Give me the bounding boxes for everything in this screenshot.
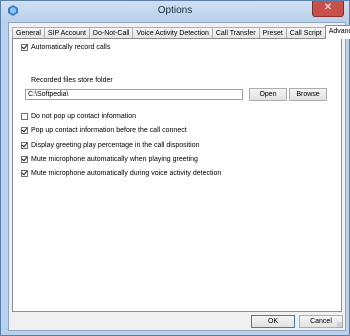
no-popup-option[interactable]: Do not pop up contact information — [21, 113, 136, 120]
auto-record-option[interactable]: Automatically record calls — [21, 44, 110, 51]
popup-before-option[interactable]: Pop up contact information before the ca… — [21, 127, 187, 134]
advanced-tab-page: Automatically record calls Recorded file… — [12, 38, 342, 312]
open-button[interactable]: Open — [249, 88, 287, 101]
popup-before-checkbox[interactable] — [21, 127, 28, 134]
folder-path-input[interactable]: C:\Softpedia\ — [25, 89, 243, 100]
no-popup-checkbox[interactable] — [21, 113, 28, 120]
folder-label: Recorded files store folder — [31, 77, 113, 84]
window-title: Options — [157, 5, 193, 16]
options-window: Options ✕ General SIP Account Do-Not-Cal… — [0, 0, 350, 336]
mute-greeting-label: Mute microphone automatically when playi… — [31, 156, 198, 163]
popup-before-label: Pop up contact information before the ca… — [31, 127, 187, 134]
tab-advanced[interactable]: Advanced — [324, 25, 350, 39]
ok-button[interactable]: OK — [251, 315, 295, 328]
close-button[interactable]: ✕ — [312, 1, 344, 17]
mute-vad-checkbox[interactable] — [21, 170, 28, 177]
auto-record-label: Automatically record calls — [31, 44, 111, 51]
mute-greeting-checkbox[interactable] — [21, 156, 28, 163]
mute-vad-option[interactable]: Mute microphone automatically during voi… — [21, 170, 221, 177]
display-greeting-checkbox[interactable] — [21, 142, 28, 149]
no-popup-label: Do not pop up contact information — [31, 113, 137, 120]
resize-grip[interactable] — [337, 322, 343, 328]
title-bar[interactable]: Options ✕ — [1, 1, 349, 21]
dialog-body: General SIP Account Do-Not-Call Voice Ac… — [8, 22, 350, 331]
browse-button[interactable]: Browse — [289, 88, 327, 101]
mute-vad-label: Mute microphone automatically during voi… — [31, 170, 222, 177]
display-greeting-label: Display greeting play percentage in the … — [31, 142, 200, 149]
auto-record-checkbox[interactable] — [21, 44, 28, 51]
close-icon: ✕ — [323, 2, 333, 13]
tab-strip: General SIP Account Do-Not-Call Voice Ac… — [12, 25, 350, 39]
display-greeting-option[interactable]: Display greeting play percentage in the … — [21, 142, 200, 149]
mute-greeting-option[interactable]: Mute microphone automatically when playi… — [21, 156, 198, 163]
